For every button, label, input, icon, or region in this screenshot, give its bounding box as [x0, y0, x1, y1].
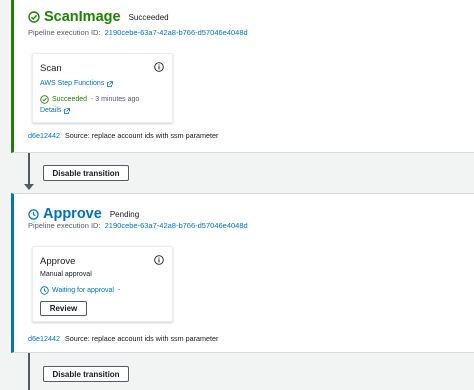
source-text: Source: replace account ids with ssm par… [64, 334, 219, 343]
action-subtitle-line: Manual approval [40, 271, 92, 278]
transition-connector [28, 353, 30, 390]
source-revision: d6e12442 Source: replace account ids wit… [28, 131, 218, 140]
stage-title: Approve [43, 206, 102, 222]
disable-transition-button[interactable]: Disable transition [43, 366, 129, 382]
action-name: Approve [40, 256, 76, 267]
clock-icon [28, 208, 39, 220]
stage-status: Succeeded [128, 12, 169, 22]
pipeline-view: ScanImage Succeeded Pipeline execution I… [0, 0, 474, 390]
action-card-scan: Scan AWS Step Functions Succeeded - 3 mi… [32, 53, 173, 123]
review-button[interactable]: Review [40, 301, 87, 316]
disable-transition-button[interactable]: Disable transition [43, 165, 129, 181]
provider-link[interactable]: AWS Step Functions [40, 80, 104, 87]
execution-id-line: Pipeline execution ID: 2190cebe-63a7-42a… [28, 28, 248, 37]
action-status: Succeeded [52, 96, 88, 103]
info-icon[interactable] [154, 62, 164, 72]
commit-link[interactable]: d6e12442 [28, 334, 60, 343]
stage-header: Approve Pending [28, 206, 139, 222]
check-circle-icon [40, 95, 49, 104]
check-circle-icon [28, 11, 40, 23]
stage-status: Pending [109, 209, 140, 219]
action-status[interactable]: Waiting for approval [52, 287, 114, 294]
action-status-line: Waiting for approval - [40, 286, 120, 295]
action-status-suffix: - [118, 287, 121, 294]
execution-id-link[interactable]: 2190cebe-63a7-42a8-b766-d57046e4048d [105, 221, 248, 230]
execution-id-label: Pipeline execution ID: [28, 28, 101, 37]
execution-id-line: Pipeline execution ID: 2190cebe-63a7-42a… [28, 221, 248, 230]
arrow-down-icon [24, 184, 34, 190]
transition-connector [28, 153, 30, 184]
execution-id-label: Pipeline execution ID: [28, 221, 101, 230]
stage-approve: Approve Pending Pipeline execution ID: 2… [11, 193, 474, 353]
stage-header: ScanImage Succeeded [28, 9, 169, 25]
info-icon[interactable] [154, 255, 164, 265]
action-card-approve: Approve Manual approval Waiting for appr… [32, 246, 173, 322]
stage-scanimage: ScanImage Succeeded Pipeline execution I… [11, 0, 474, 153]
execution-id-link[interactable]: 2190cebe-63a7-42a8-b766-d57046e4048d [105, 28, 248, 37]
action-subtitle: Manual approval [40, 271, 92, 278]
action-name: Scan [40, 63, 62, 74]
external-link-icon [64, 107, 71, 114]
external-link-icon [107, 80, 114, 87]
details-line: Details [40, 107, 71, 114]
provider-line: AWS Step Functions [40, 80, 114, 87]
action-time: - 3 minutes ago [91, 96, 140, 103]
action-status-line: Succeeded - 3 minutes ago [40, 95, 139, 104]
source-text: Source: replace account ids with ssm par… [64, 131, 219, 140]
source-revision: d6e12442 Source: replace account ids wit… [28, 334, 218, 343]
details-link[interactable]: Details [40, 107, 61, 114]
commit-link[interactable]: d6e12442 [28, 131, 60, 140]
clock-icon [40, 286, 49, 295]
stage-title: ScanImage [44, 9, 121, 25]
